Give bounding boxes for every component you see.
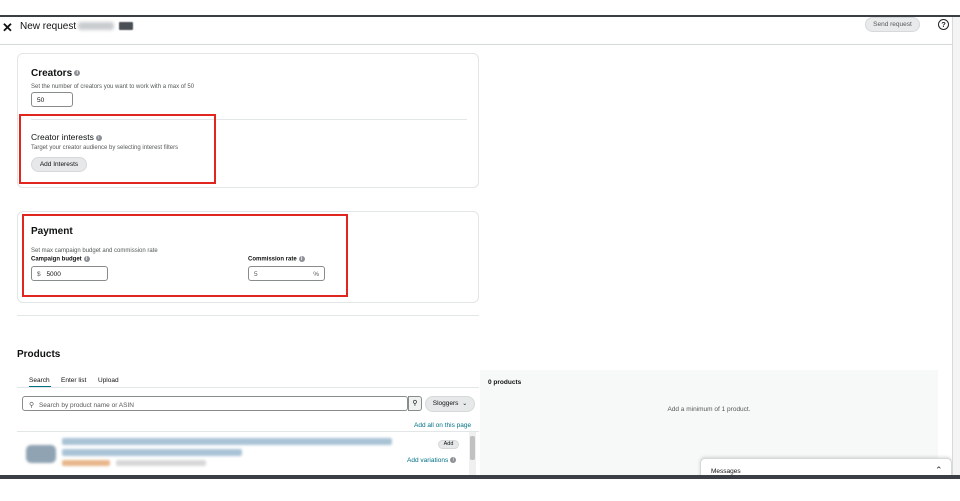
results-divider [17, 431, 479, 432]
creators-count-input[interactable]: 50 [31, 92, 73, 107]
tab-enter-list[interactable]: Enter list [61, 377, 86, 384]
add-all-link[interactable]: Add all on this page [414, 422, 471, 429]
add-variations-link[interactable]: Add variations i [407, 457, 457, 464]
search-icon: ⚲ [412, 400, 418, 407]
section-divider [17, 315, 479, 316]
request-page: ✕ New request Send request ? Creators i S… [0, 17, 952, 475]
right-edge [952, 17, 960, 475]
send-request-button[interactable]: Send request [865, 17, 920, 32]
page-title: New request [20, 21, 77, 32]
tab-search[interactable]: Search [29, 377, 50, 384]
help-icon[interactable]: ? [938, 19, 949, 30]
product-price-redacted [62, 460, 110, 466]
creators-subtitle: Set the number of creators you want to w… [31, 84, 195, 90]
add-variations-text: Add variations [407, 457, 449, 464]
interests-highlight-box [19, 114, 216, 184]
brand-filter-value: Sloggers [432, 400, 459, 407]
payment-highlight-box [22, 214, 348, 297]
results-scrollbar[interactable] [469, 432, 476, 475]
add-product-button[interactable]: Add [438, 440, 459, 449]
brand-badge-redacted [119, 22, 133, 30]
creators-count-value: 50 [37, 97, 45, 104]
product-search-input[interactable]: ⚲ Search by product name or ASIN [22, 396, 408, 411]
info-icon[interactable]: i [450, 457, 457, 464]
chevron-down-icon: ⌄ [462, 401, 468, 407]
page-header: ✕ New request Send request ? [0, 17, 952, 45]
products-title: Products [17, 349, 61, 360]
tab-upload[interactable]: Upload [98, 377, 119, 384]
brand-filter-dropdown[interactable]: Sloggers ⌄ [425, 396, 475, 412]
close-icon[interactable]: ✕ [2, 20, 13, 36]
tabs-divider [17, 387, 479, 388]
info-icon[interactable]: i [74, 70, 81, 77]
search-submit-button[interactable]: ⚲ [408, 396, 422, 411]
search-icon: ⚲ [29, 402, 35, 409]
product-rating-redacted [116, 460, 206, 466]
products-count: 0 products [488, 379, 522, 386]
product-title-redacted [62, 438, 392, 445]
search-placeholder: Search by product name or ASIN [38, 402, 134, 409]
product-image-redacted [26, 445, 56, 463]
creators-title: Creators i [31, 68, 81, 79]
scrollbar-thumb[interactable] [470, 436, 475, 460]
messages-label: Messages [711, 468, 741, 475]
top-strip [0, 0, 960, 15]
creators-title-text: Creators [31, 68, 73, 79]
product-title-redacted-2 [62, 449, 242, 456]
brand-name-redacted [78, 22, 114, 30]
chevron-up-icon[interactable]: ⌃ [935, 465, 943, 475]
messages-widget[interactable]: Messages ⌃ [700, 458, 952, 475]
empty-hint: Add a minimum of 1 product. [667, 406, 751, 413]
bottom-strip [0, 479, 960, 501]
